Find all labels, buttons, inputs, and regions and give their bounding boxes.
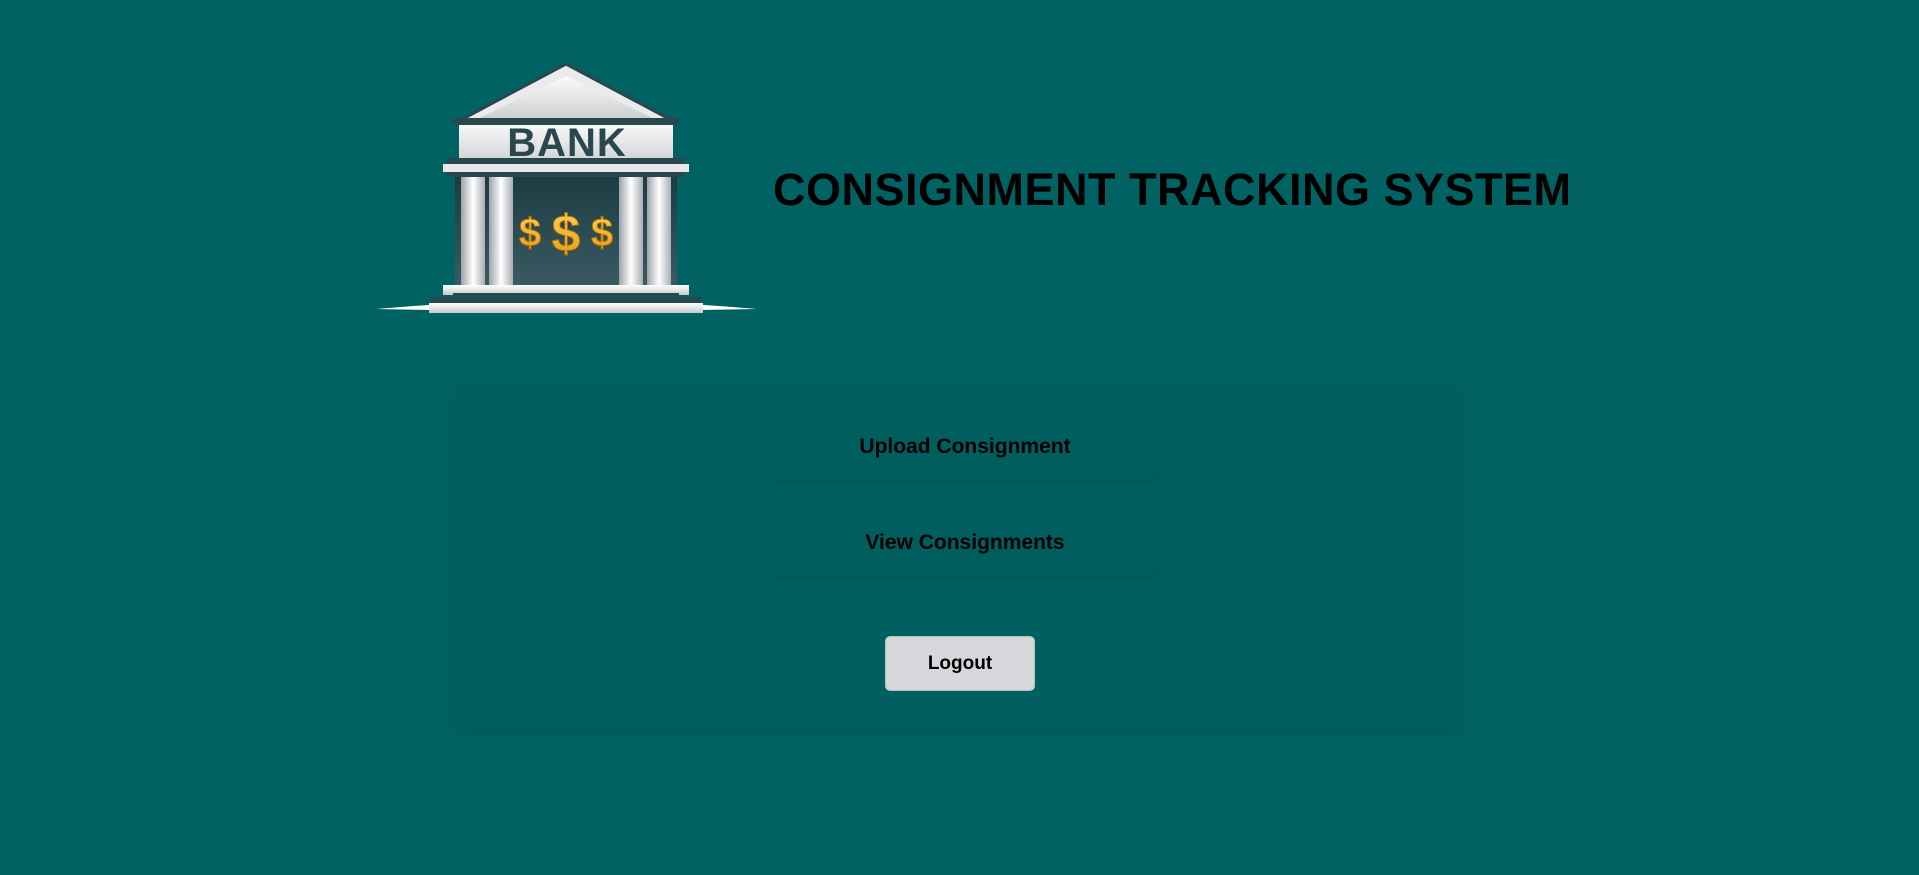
dollar-symbol: $	[591, 211, 613, 255]
dollar-symbol: $	[552, 205, 581, 263]
bank-sign-text: BANK	[507, 121, 627, 165]
page-title: CONSIGNMENT TRACKING SYSTEM	[773, 164, 1572, 215]
logout-button[interactable]: Logout	[885, 636, 1035, 691]
upload-consignment-button[interactable]: Upload Consignment	[773, 415, 1157, 479]
bank-building-icon: $ $ $ BANK	[377, 60, 757, 320]
dollar-symbol: $	[519, 211, 541, 255]
dashboard-page: $ $ $ BANK CONSIGNMENT TRACKING SYSTEM U…	[0, 0, 1919, 875]
header: $ $ $ BANK CONSIGNMENT TRACKING SYSTEM	[377, 60, 1577, 320]
view-consignments-button[interactable]: View Consignments	[773, 511, 1157, 575]
